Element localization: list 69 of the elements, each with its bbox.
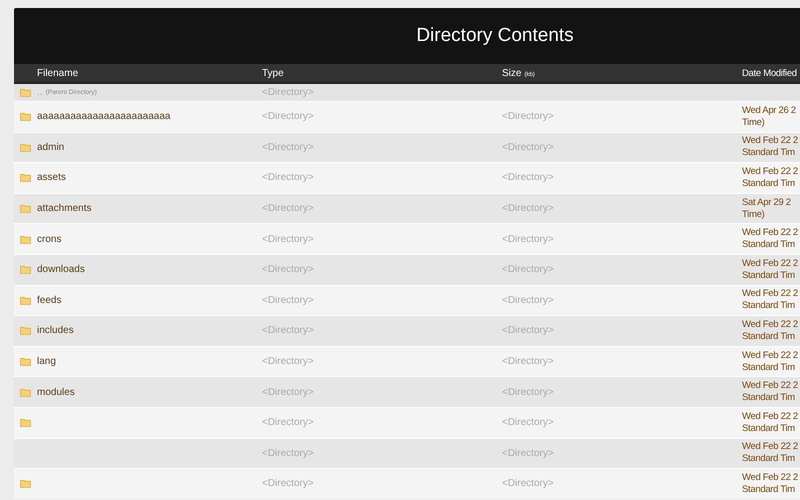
- type-text: <Directory>: [262, 264, 314, 276]
- type-text: <Directory>: [262, 294, 314, 306]
- filename[interactable]: attachments: [37, 203, 92, 214]
- type-text: <Directory>: [262, 386, 314, 398]
- date-text: Wed Feb 22 2 Standard Tim: [742, 258, 798, 282]
- date-text: Wed Feb 22 2 Standard Tim: [742, 135, 798, 160]
- page-title: Directory Contents: [416, 25, 574, 47]
- table-row[interactable]: downloads <Directory> <Directory> Wed Feb 22 2 Standard Tim: [14, 254, 800, 285]
- table-row[interactable]: <Directory> <Directory> Wed Feb 22 2 Standard Tim: [14, 438, 800, 468]
- size-text: <Directory>: [502, 325, 554, 336]
- size-text: <Directory>: [502, 142, 554, 153]
- size-text: <Directory>: [502, 172, 554, 184]
- column-heading[interactable]: Size: [502, 68, 522, 78]
- table-row[interactable]: <Directory> <Directory> Wed Feb 22 2 Standard Tim: [14, 468, 800, 499]
- filename[interactable]: crons: [37, 234, 62, 245]
- date-text: Wed Apr 26 2 Time): [742, 104, 796, 129]
- table-row[interactable]: <Directory> <Directory> Wed Feb 22 2 Standard Tim: [14, 406, 800, 438]
- date-text: Wed Feb 22 2 Standard Tim: [742, 410, 798, 435]
- size-text: <Directory>: [502, 417, 554, 428]
- date-text: Wed Feb 22 2 Standard Tim: [742, 318, 798, 343]
- date-text: Wed Feb 22 2 Standard Tim: [742, 350, 798, 374]
- filename[interactable]: downloads: [37, 264, 85, 276]
- type-text: <Directory>: [262, 172, 314, 184]
- type-text: <Directory>: [262, 111, 314, 122]
- column-heading[interactable]: Type: [262, 68, 284, 78]
- date-text: Wed Feb 22 2 Standard Tim: [742, 166, 798, 190]
- type-text: <Directory>: [262, 142, 314, 153]
- type-text: <Directory>: [262, 356, 314, 368]
- type-text: <Directory>: [262, 325, 314, 336]
- size-text: <Directory>: [502, 448, 554, 459]
- filename[interactable]: admin: [37, 142, 64, 153]
- date-text: Wed Feb 22 2 Standard Tim: [742, 441, 798, 466]
- table-row[interactable]: feeds <Directory> <Directory> Wed Feb 22 2 Standard Tim: [14, 284, 800, 316]
- filename[interactable]: includes: [37, 325, 74, 336]
- table-row[interactable]: includes <Directory> <Directory> Wed Feb 22 2 Standard Tim: [14, 315, 800, 346]
- size-text: <Directory>: [502, 356, 554, 368]
- size-text: <Directory>: [502, 111, 554, 122]
- size-text: <Directory>: [502, 203, 554, 214]
- type-text: <Directory>: [262, 203, 314, 214]
- filename[interactable]: lang: [37, 356, 56, 368]
- size-text: <Directory>: [502, 478, 554, 490]
- size-text: <Directory>: [502, 234, 554, 245]
- table-row[interactable]: aaaaaaaaaaaaaaaaaaaaaaaa <Directory> <Directory> Wed Apr 26 2 Time): [14, 101, 800, 132]
- table-row[interactable]: attachments <Directory> <Directory> Sat Apr 29 2 Time): [14, 192, 800, 224]
- filename[interactable]: assets: [37, 172, 66, 184]
- date-text: Wed Feb 22 2 Standard Tim: [742, 472, 798, 496]
- table-row[interactable]: admin <Directory> <Directory> Wed Feb 22 2 Standard Tim: [14, 132, 800, 162]
- table-row[interactable]: lang <Directory> <Directory> Wed Feb 22 2 Standard Tim: [14, 346, 800, 376]
- column-heading[interactable]: Filename: [37, 68, 78, 78]
- filename[interactable]: modules: [37, 386, 75, 398]
- size-text: <Directory>: [502, 294, 554, 306]
- column-heading[interactable]: Date Modified: [742, 68, 797, 78]
- date-text: Wed Feb 22 2 Standard Tim: [742, 227, 798, 252]
- date-text: Sat Apr 29 2 Time): [742, 196, 791, 221]
- type-text: <Directory>: [262, 87, 314, 98]
- filename[interactable]: aaaaaaaaaaaaaaaaaaaaaaaa: [37, 111, 170, 122]
- table-row[interactable]: modules <Directory> <Directory> Wed Feb 22 2 Standard Tim: [14, 376, 800, 407]
- date-text: Wed Feb 22 2 Standard Tim: [742, 380, 798, 404]
- size-text: <Directory>: [502, 264, 554, 276]
- filename[interactable]: feeds: [37, 294, 62, 306]
- type-text: <Directory>: [262, 234, 314, 245]
- size-text: <Directory>: [502, 386, 554, 398]
- type-text: <Directory>: [262, 478, 314, 490]
- date-text: Wed Feb 22 2 Standard Tim: [742, 288, 798, 312]
- type-text: <Directory>: [262, 448, 314, 459]
- table-row[interactable]: assets <Directory> <Directory> Wed Feb 22 2 Standard Tim: [14, 162, 800, 193]
- table-row[interactable]: crons <Directory> <Directory> Wed Feb 22 2 Standard Tim: [14, 223, 800, 254]
- type-text: <Directory>: [262, 417, 314, 428]
- folder-icon: [20, 88, 31, 97]
